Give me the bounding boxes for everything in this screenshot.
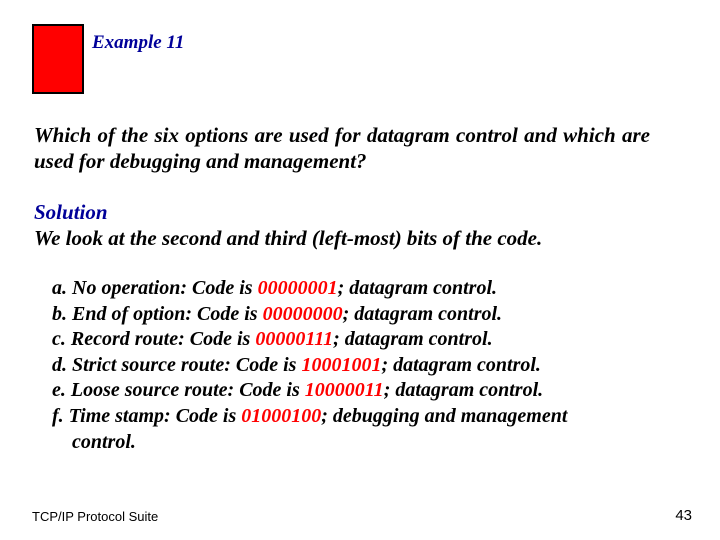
solution-block: Solution We look at the second and third… bbox=[34, 200, 660, 251]
option-b-post: ; datagram control. bbox=[343, 303, 502, 325]
question-text: Which of the six options are used for da… bbox=[34, 122, 650, 175]
option-c-post: ; datagram control. bbox=[333, 328, 492, 350]
red-decorative-box bbox=[32, 24, 84, 94]
option-b-letter: b. bbox=[52, 303, 67, 325]
option-b-pre: End of option: Code is bbox=[67, 303, 263, 325]
option-b: b. End of option: Code is 00000000; data… bbox=[52, 302, 660, 328]
option-a-post: ; datagram control. bbox=[338, 277, 497, 299]
option-d: d. Strict source route: Code is 10001001… bbox=[52, 353, 660, 379]
solution-label: Solution bbox=[34, 200, 108, 224]
option-f-code: 01000100 bbox=[241, 405, 321, 427]
option-d-code: 10001001 bbox=[301, 354, 381, 376]
example-title: Example 11 bbox=[92, 32, 184, 54]
option-c: c. Record route: Code is 00000111; datag… bbox=[52, 327, 660, 353]
option-d-pre: Strict source route: Code is bbox=[67, 354, 301, 376]
option-e-post: ; datagram control. bbox=[384, 379, 543, 401]
option-f-letter: f. bbox=[52, 405, 64, 427]
option-a-code: 00000001 bbox=[258, 277, 338, 299]
option-f-pre: Time stamp: Code is bbox=[64, 405, 242, 427]
option-a-letter: a. bbox=[52, 277, 67, 299]
footer-title: TCP/IP Protocol Suite bbox=[32, 509, 158, 524]
solution-text: We look at the second and third (left-mo… bbox=[34, 226, 542, 250]
option-e-pre: Loose source route: Code is bbox=[66, 379, 305, 401]
option-e-letter: e. bbox=[52, 379, 66, 401]
option-e-code: 10000011 bbox=[305, 379, 384, 401]
option-c-letter: c. bbox=[52, 328, 66, 350]
option-a-pre: No operation: Code is bbox=[67, 277, 258, 299]
page-number: 43 bbox=[675, 507, 692, 524]
option-f: f. Time stamp: Code is 01000100; debuggi… bbox=[52, 404, 660, 430]
option-b-code: 00000000 bbox=[263, 303, 343, 325]
option-c-pre: Record route: Code is bbox=[66, 328, 255, 350]
option-f-post: ; debugging and management bbox=[321, 405, 567, 427]
option-d-post: ; datagram control. bbox=[381, 354, 540, 376]
option-f-cont: control. bbox=[52, 430, 660, 456]
options-list: a. No operation: Code is 00000001; datag… bbox=[52, 276, 660, 455]
option-c-code: 00000111 bbox=[255, 328, 333, 350]
option-d-letter: d. bbox=[52, 354, 67, 376]
option-a: a. No operation: Code is 00000001; datag… bbox=[52, 276, 660, 302]
option-e: e. Loose source route: Code is 10000011;… bbox=[52, 378, 660, 404]
